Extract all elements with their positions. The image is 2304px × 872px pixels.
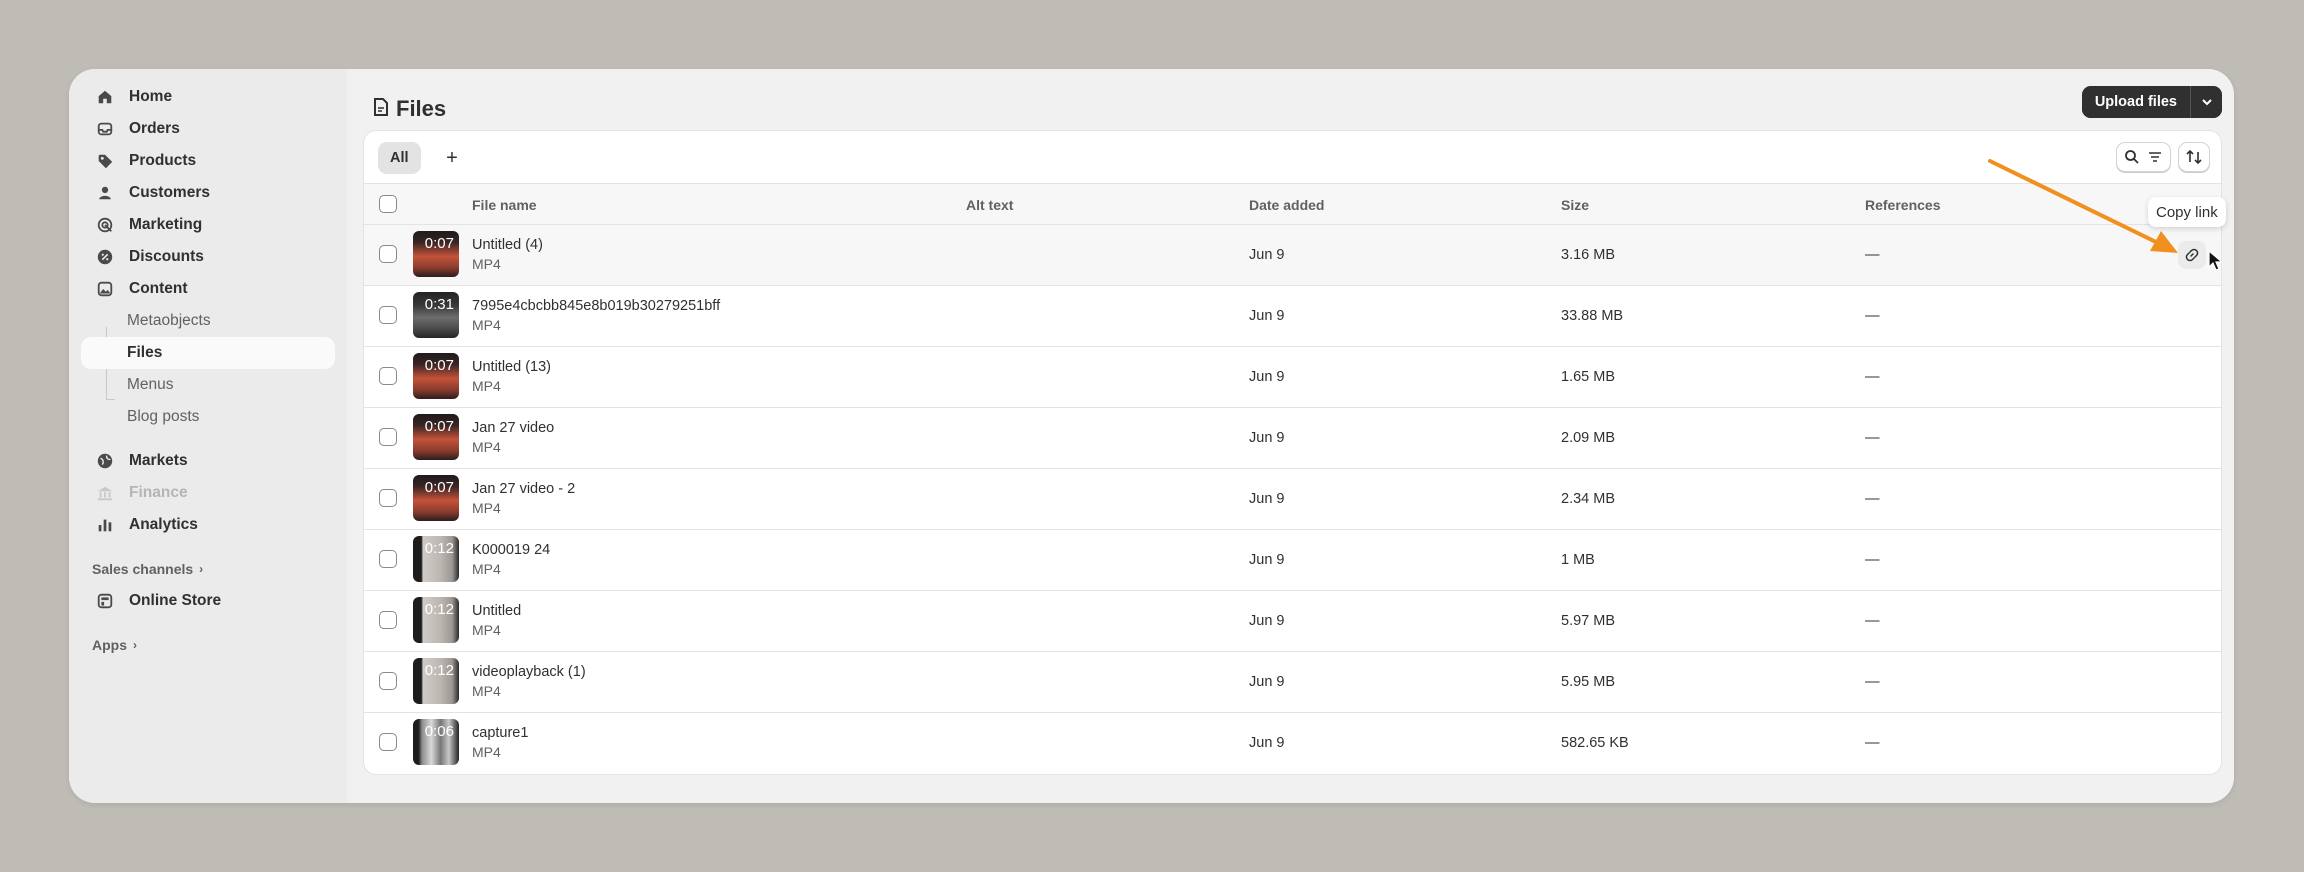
- copy-link-tooltip: Copy link: [2148, 197, 2226, 227]
- annotation-arrow: [1988, 159, 2178, 253]
- mouse-cursor-icon: [2208, 250, 2224, 271]
